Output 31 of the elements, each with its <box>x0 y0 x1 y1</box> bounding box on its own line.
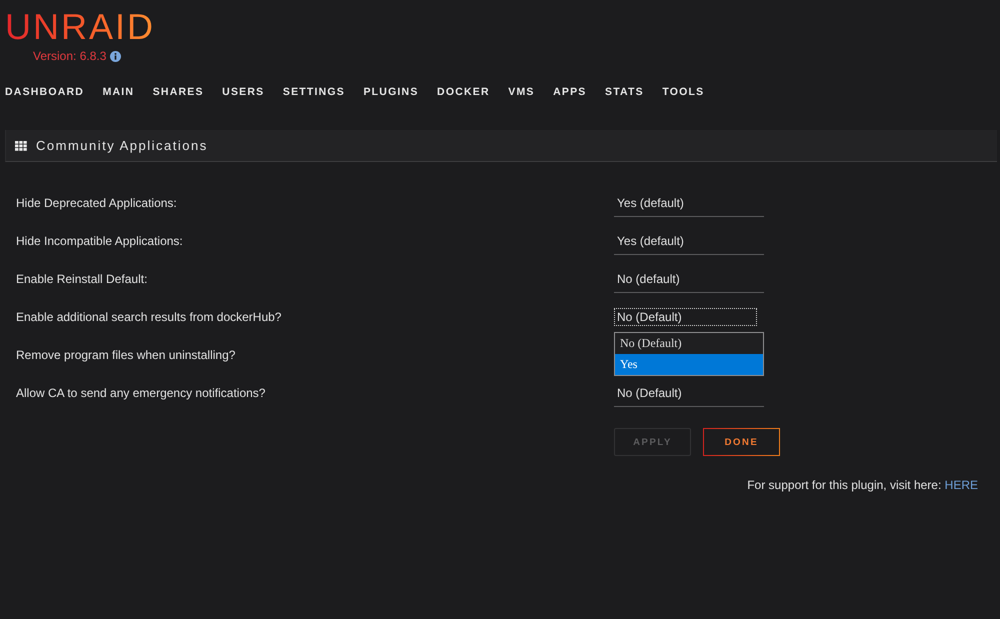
nav-link[interactable]: TOOLS <box>662 84 704 100</box>
nav-link[interactable]: SETTINGS <box>282 84 345 100</box>
dropdown-option[interactable]: No (Default) <box>615 333 763 354</box>
grid-icon <box>15 140 27 150</box>
dropdown-option[interactable]: Yes <box>615 354 763 375</box>
nav-link[interactable]: DASHBOARD <box>5 84 84 100</box>
select-field[interactable]: Yes (default) <box>614 227 764 255</box>
select-field[interactable]: No (default) <box>614 265 764 293</box>
nav-link[interactable]: SHARES <box>152 84 204 100</box>
support-link[interactable]: HERE <box>944 478 978 492</box>
setting-label: Remove program files when uninstalling? <box>16 348 236 362</box>
select-field[interactable]: No (Default) <box>614 379 764 407</box>
version-text: Version: 6.8.3 <box>33 49 106 63</box>
nav-link[interactable]: VMS <box>508 84 535 100</box>
setting-label: Enable Reinstall Default: <box>16 272 148 286</box>
nav-link[interactable]: STATS <box>605 84 644 100</box>
nav-link[interactable]: USERS <box>222 84 264 100</box>
action-button[interactable]: DONE <box>703 428 780 456</box>
setting-label: Hide Incompatible Applications: <box>16 234 183 248</box>
nav-link[interactable]: PLUGINS <box>363 84 419 100</box>
nav-link[interactable]: APPS <box>553 84 587 100</box>
info-icon[interactable] <box>110 50 122 62</box>
setting-label: Hide Deprecated Applications: <box>16 196 177 210</box>
select-field[interactable]: No (Default) <box>614 308 757 326</box>
setting-label: Enable additional search results from dockerHub? <box>16 310 282 324</box>
support-text: For support for this plugin, visit here: HERE <box>747 478 978 492</box>
setting-label: Allow CA to send any emergency notifications? <box>16 386 266 400</box>
nav-link[interactable]: MAIN <box>102 84 134 100</box>
nav-link[interactable]: DOCKER <box>437 84 490 100</box>
panel-title: Community Applications <box>36 138 208 153</box>
select-field[interactable]: Yes (default) <box>614 189 764 217</box>
